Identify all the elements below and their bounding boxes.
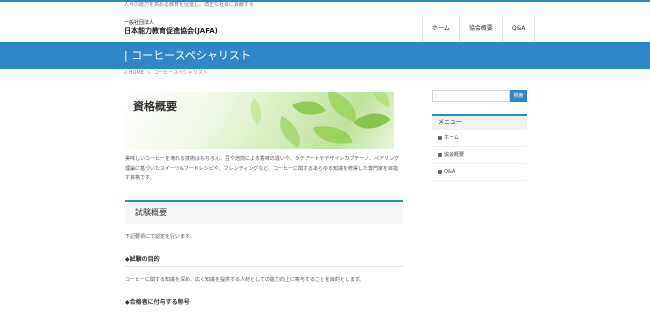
section-heading-box: 試験概要	[125, 200, 403, 224]
page-title: | コーヒースペシャリスト	[124, 49, 251, 62]
top-accent-strip	[0, 0, 650, 10]
sidebar-item-about[interactable]: 協会概要	[432, 147, 527, 164]
qa-icon	[438, 169, 442, 174]
search-input[interactable]	[432, 90, 510, 102]
breadcrumb-home[interactable]: HOME	[129, 70, 144, 76]
section-lead: 下記要領にて認定を行います。	[125, 234, 195, 240]
sidebar-item-qa[interactable]: Q&A	[432, 164, 527, 181]
sidebar-menu-title: メニュー	[432, 114, 527, 130]
leaf-image	[272, 115, 308, 149]
sidebar-item-home[interactable]: ホーム	[432, 130, 527, 147]
nav-item-about[interactable]: 協会概要	[458, 15, 502, 42]
page-title-bar: | コーヒースペシャリスト	[0, 42, 650, 69]
section-title: 試験概要	[135, 208, 167, 217]
leaf-image	[367, 92, 394, 108]
nav-item-home[interactable]: ホーム	[422, 15, 459, 42]
site-header: 一般社団法人 日本能力教育促進協会(JAFA) ホーム 協会概要 Q&A	[0, 10, 650, 42]
org-type[interactable]: 一般社団法人	[124, 19, 154, 26]
leaf-image	[243, 98, 269, 125]
sidebar-item-label: 協会概要	[444, 152, 465, 158]
intro-text: 美味しいコーヒーを淹れる技術はもちろん、豆や焙煎による香味の違いや、ラテアートや…	[125, 156, 400, 181]
search-button[interactable]: 検索	[510, 90, 527, 102]
leaf-image	[313, 121, 353, 149]
global-nav: ホーム 協会概要 Q&A	[422, 15, 536, 42]
purpose-text: コーヒーに関する知識を深め、広く知識を提供する人材としての能力向上に寄与すること…	[125, 277, 365, 283]
leaf-image	[322, 92, 362, 122]
home-icon	[438, 135, 442, 140]
info-icon	[438, 152, 442, 157]
subheading-purpose: ◆試験の目的	[125, 254, 403, 267]
breadcrumb: ⌂ HOME > コーヒースペシャリスト	[124, 70, 208, 77]
sidebar-item-label: ホーム	[444, 135, 459, 141]
site-tagline: 人々の能力を高める教育を促進し、適正な社会に貢献する	[124, 2, 255, 8]
leaf-image	[292, 93, 326, 123]
site-logo[interactable]: 日本能力教育促進協会(JAFA)	[124, 26, 218, 36]
home-icon[interactable]: ⌂	[124, 70, 127, 76]
nav-item-qa[interactable]: Q&A	[501, 15, 536, 42]
breadcrumb-current: コーヒースペシャリスト	[153, 70, 208, 76]
subheading-title: ◆合格者に付与する称号	[125, 299, 190, 306]
leaf-image	[353, 102, 391, 140]
hero-title: 資格概要	[133, 100, 177, 113]
breadcrumb-separator: >	[146, 70, 151, 76]
hero-image: 資格概要	[125, 92, 394, 149]
sidebar-item-label: Q&A	[444, 169, 456, 175]
